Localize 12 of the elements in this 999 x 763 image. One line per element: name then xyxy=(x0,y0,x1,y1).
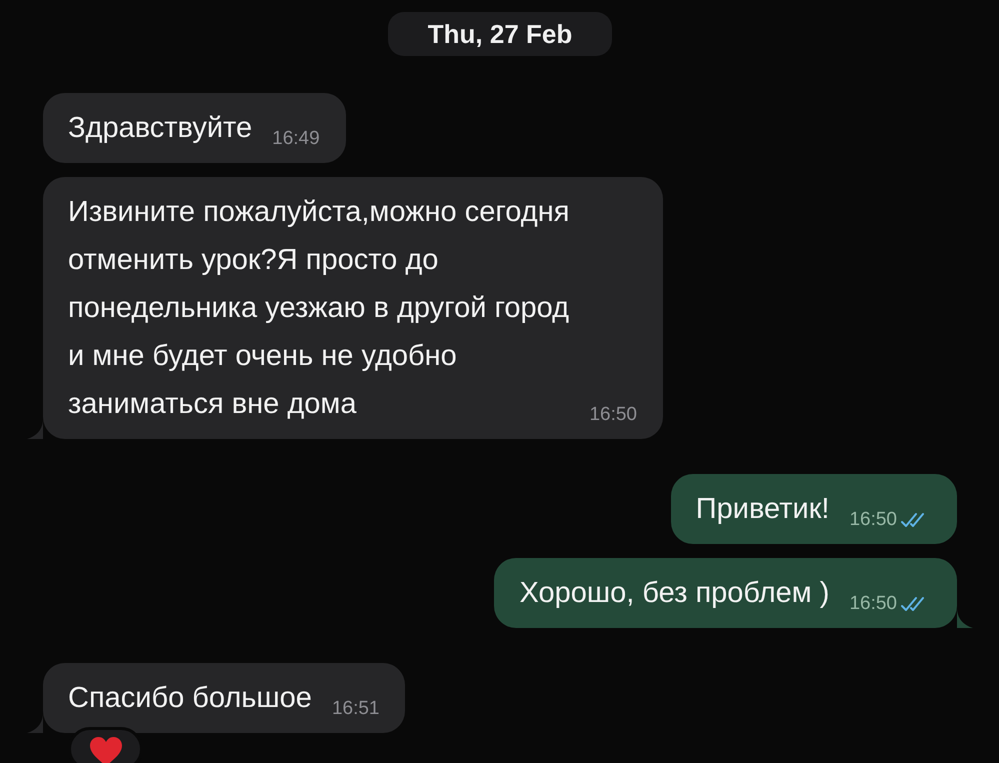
message-text: Спасибо большое xyxy=(68,681,312,716)
message-time: 16:49 xyxy=(272,127,320,151)
date-badge: Thu, 27 Feb xyxy=(388,12,612,56)
message-text: Извините пожалуйста,можно сегодня отменить урок?Я просто до понедельника уезжаю в другой город и мне будет очень не удобно заниматься вне дома xyxy=(68,195,570,422)
message-text: Здравствуйте xyxy=(68,111,252,146)
message-time: 16:51 xyxy=(332,697,380,721)
message-time: 16:50 xyxy=(849,508,931,533)
message-text: Приветик! xyxy=(696,492,830,527)
message-time: 16:50 xyxy=(849,592,931,617)
heart-icon xyxy=(88,736,122,763)
message-text: Хорошо, без проблем ) xyxy=(519,576,830,611)
message-time: 16:50 xyxy=(589,403,637,427)
